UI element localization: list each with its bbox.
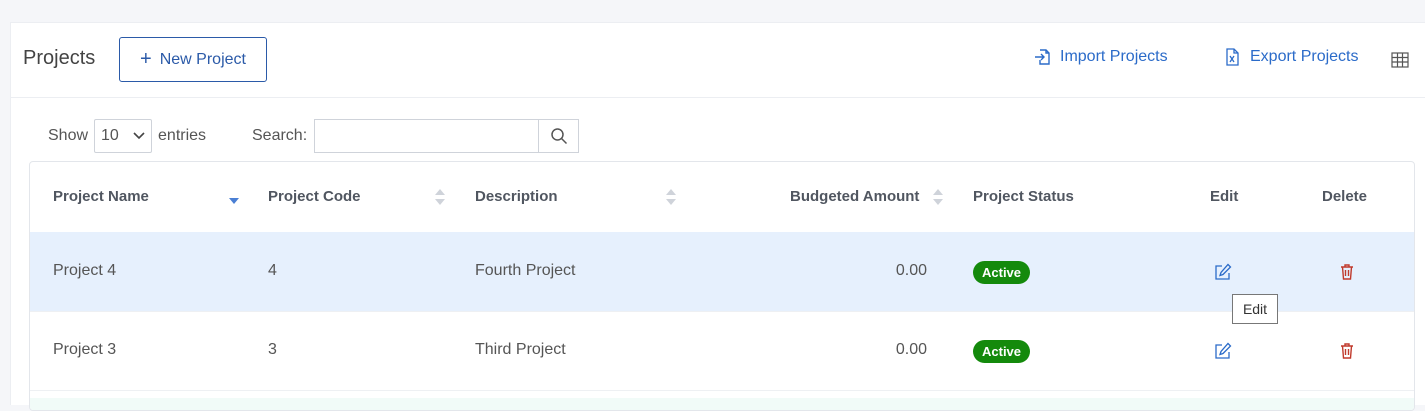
table-row: Project 3 3 Third Project 0.00 Active	[30, 311, 1414, 391]
search-icon	[550, 128, 567, 145]
status-badge: Active	[973, 340, 1031, 363]
col-project-name[interactable]: Project Name	[53, 188, 149, 205]
col-edit: Edit	[1210, 188, 1239, 205]
sort-icon[interactable]	[933, 187, 943, 207]
cell-description: Third Project	[475, 341, 566, 358]
new-project-button[interactable]: + New Project	[119, 37, 267, 82]
col-project-status: Project Status	[973, 188, 1074, 205]
edit-tooltip: Edit	[1232, 294, 1278, 324]
page-size-control: Show 10 entries	[48, 119, 206, 153]
cell-project-code: 4	[268, 262, 277, 279]
cell-budgeted-amount: 0.00	[895, 262, 927, 279]
plus-icon: +	[140, 47, 152, 70]
page-title: Projects	[23, 47, 96, 69]
cell-project-name: Project 4	[53, 262, 117, 279]
excel-file-icon	[1226, 48, 1239, 66]
edit-icon[interactable]	[1214, 263, 1232, 281]
sort-desc-icon[interactable]	[229, 187, 239, 207]
table-columns-icon[interactable]	[1391, 52, 1409, 68]
search-control: Search:	[252, 119, 580, 153]
status-badge: Active	[973, 261, 1031, 284]
search-button[interactable]	[538, 119, 580, 153]
edit-icon[interactable]	[1214, 342, 1232, 360]
chevron-down-icon	[133, 132, 145, 140]
show-label: Show	[48, 127, 89, 144]
entries-label: entries	[158, 127, 207, 144]
table-row: Project 4 4 Fourth Project 0.00 Active	[30, 232, 1414, 312]
projects-card: Projects + New Project Import Projects E…	[10, 22, 1425, 411]
cell-budgeted-amount: 0.00	[895, 341, 927, 358]
col-delete: Delete	[1322, 188, 1368, 205]
card-header: Projects + New Project Import Projects E…	[11, 23, 1425, 98]
new-project-label: New Project	[159, 50, 246, 68]
projects-table: Project Name Project Code Description Bu…	[29, 161, 1415, 411]
import-projects-label: Import Projects	[1060, 48, 1168, 65]
export-projects-label: Export Projects	[1250, 48, 1359, 65]
col-project-code[interactable]: Project Code	[268, 188, 361, 205]
col-budgeted-amount[interactable]: Budgeted Amount	[790, 188, 919, 205]
cell-project-name: Project 3	[53, 341, 117, 358]
import-projects-link[interactable]: Import Projects	[1033, 48, 1168, 66]
page-size-value: 10	[101, 127, 119, 144]
search-label: Search:	[252, 127, 308, 144]
export-projects-link[interactable]: Export Projects	[1223, 48, 1358, 66]
import-icon	[1035, 49, 1050, 65]
page-size-select[interactable]: 10	[94, 119, 153, 153]
table-header: Project Name Project Code Description Bu…	[30, 162, 1414, 233]
cell-project-code: 3	[268, 341, 277, 358]
search-input[interactable]	[314, 119, 539, 153]
col-description[interactable]: Description	[475, 188, 558, 205]
trash-icon[interactable]	[1338, 263, 1356, 281]
cell-description: Fourth Project	[475, 262, 576, 279]
sort-icon[interactable]	[666, 187, 676, 207]
sort-icon[interactable]	[435, 187, 445, 207]
trash-icon[interactable]	[1338, 342, 1356, 360]
